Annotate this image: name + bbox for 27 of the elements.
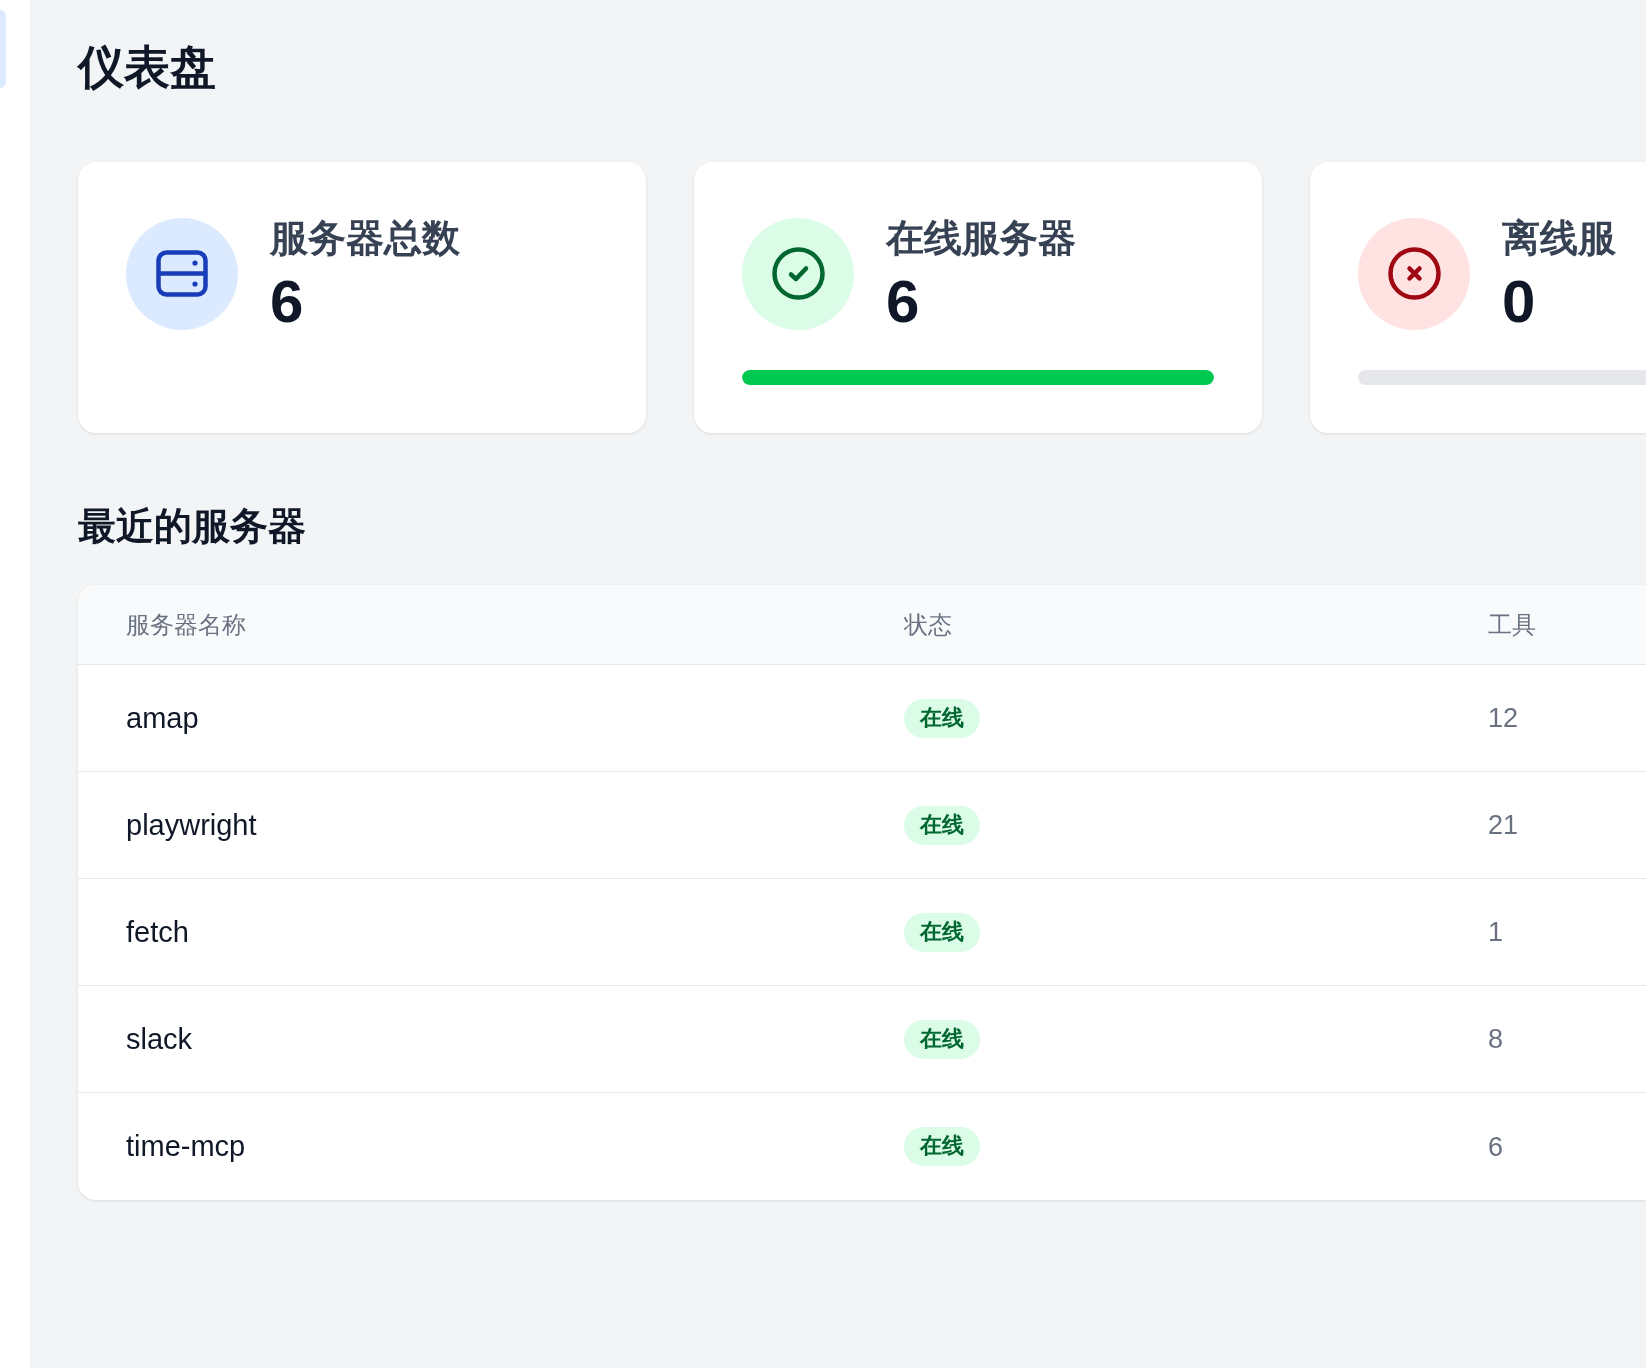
- stat-label: 离线服: [1502, 216, 1616, 262]
- server-name: amap: [126, 700, 199, 736]
- stat-label: 服务器总数: [270, 216, 460, 262]
- column-header: 工具: [1488, 609, 1536, 640]
- stat-label: 在线服务器: [886, 216, 1076, 262]
- tool-count: 21: [1488, 809, 1519, 843]
- server-name: slack: [126, 1021, 193, 1057]
- status-badge: 在线: [904, 805, 980, 845]
- stat-value: 6: [886, 271, 920, 332]
- stat-value: 6: [270, 271, 304, 332]
- column-header: 状态: [904, 609, 952, 640]
- section-title: 最近的服务器: [78, 503, 306, 549]
- server-name: time-mcp: [126, 1129, 246, 1165]
- page-title: 仪表盘: [78, 40, 216, 95]
- tool-count: 6: [1488, 1130, 1504, 1164]
- tool-count: 8: [1488, 1023, 1504, 1057]
- stat-value: 0: [1502, 271, 1536, 332]
- status-badge: 在线: [904, 1127, 980, 1167]
- status-badge: 在线: [904, 912, 980, 952]
- server-name: fetch: [126, 914, 189, 950]
- status-badge: 在线: [904, 1019, 980, 1059]
- column-header: 服务器名称: [126, 609, 246, 640]
- sidebar-item[interactable]: [0, 10, 6, 88]
- server-name: playwright: [126, 807, 257, 843]
- status-badge: 在线: [904, 698, 980, 738]
- tool-count: 12: [1488, 702, 1519, 736]
- tool-count: 1: [1488, 916, 1504, 950]
